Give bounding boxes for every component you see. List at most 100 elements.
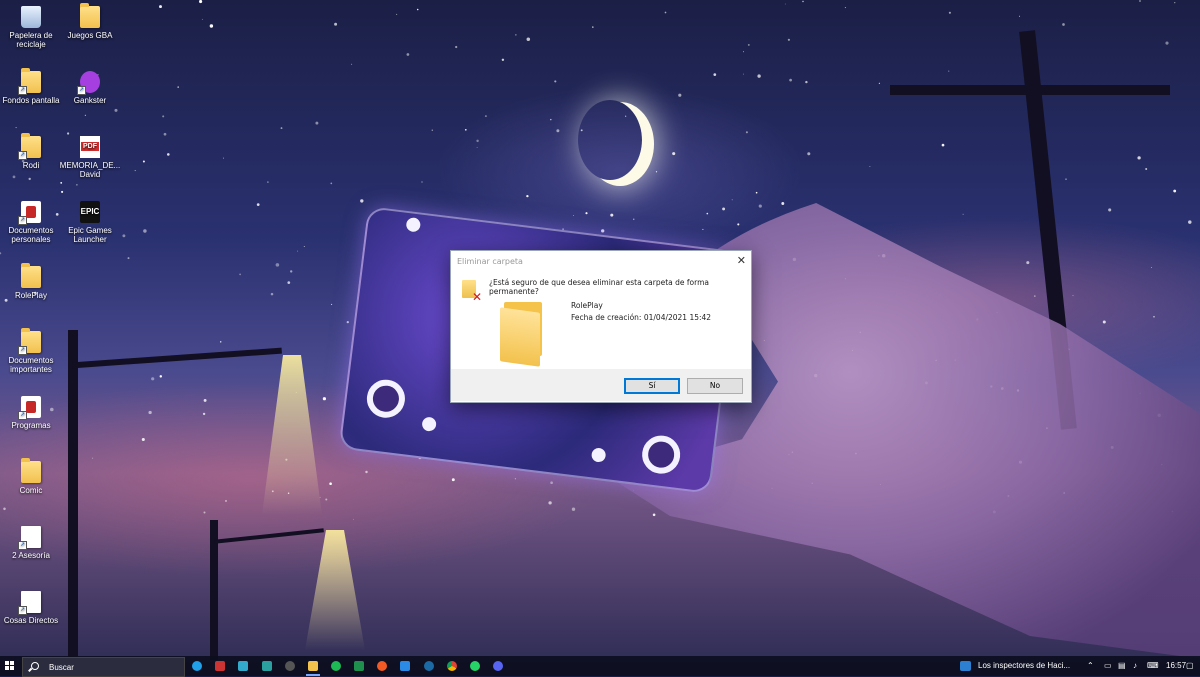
brave-icon[interactable]: [377, 661, 387, 671]
clock[interactable]: 16:57: [1166, 661, 1186, 670]
desktop-icon-recycle-bin[interactable]: Papelera de reciclaje: [0, 6, 62, 49]
desktop-icon-documentos-personales[interactable]: ↗ Documentos personales: [0, 201, 62, 244]
star: [270, 292, 274, 296]
desktop-icon-rodi[interactable]: ↗ Rodi: [0, 133, 62, 170]
star: [789, 78, 792, 82]
star: [1150, 267, 1152, 268]
desktop-icon-programas[interactable]: ↗ Programas: [0, 396, 62, 430]
apps-icon[interactable]: [215, 661, 225, 671]
pdf-icon: PDF: [80, 136, 100, 158]
star: [3, 507, 6, 511]
star: [202, 412, 206, 416]
chrome-icon[interactable]: [447, 661, 457, 671]
desktop-icon-label: Comic: [19, 486, 43, 495]
file-shortcut-icon: ↗: [18, 591, 41, 615]
star: [325, 498, 328, 501]
star: [219, 341, 222, 343]
desktop-icon-label: Programas: [11, 421, 51, 430]
star: [805, 80, 808, 84]
star: [352, 518, 354, 520]
taskbar-search[interactable]: [22, 657, 185, 677]
star: [501, 58, 505, 62]
folder-shortcut-icon: ↗: [18, 68, 41, 95]
display-icon[interactable]: ▭: [1104, 661, 1112, 670]
file-shortcut-icon: ↗: [18, 526, 41, 550]
steam-icon[interactable]: [424, 661, 434, 671]
desktop-icon-memoria[interactable]: PDF MEMORIA_DE... David: [59, 136, 121, 179]
close-icon[interactable]: ✕: [737, 254, 746, 267]
recycle-bin-icon: [21, 6, 41, 28]
search-input[interactable]: [47, 660, 181, 674]
star: [643, 144, 646, 146]
star: [941, 143, 945, 147]
street-lamp-light-2: [305, 530, 365, 650]
star: [554, 80, 557, 83]
star: [878, 82, 880, 84]
chrome-circle-icon[interactable]: [285, 661, 295, 671]
windows-start-icon[interactable]: [5, 661, 15, 671]
yes-button[interactable]: Sí: [624, 378, 680, 394]
star: [239, 273, 241, 276]
desktop-icon-label: Epic Games Launcher: [68, 226, 112, 244]
sheets-icon[interactable]: [354, 661, 364, 671]
star: [159, 5, 162, 9]
search-icon: [31, 662, 39, 670]
star: [633, 218, 635, 220]
desktop-icon-fondos-pantalla[interactable]: ↗ Fondos pantalla: [0, 68, 62, 105]
desktop-icon-comic[interactable]: Comic: [0, 458, 62, 495]
star: [652, 513, 656, 517]
desktop-icon-asesoria[interactable]: ↗ 2 Asesoría: [0, 526, 62, 560]
news-notification[interactable]: Los inspectores de Haci...: [978, 661, 1070, 670]
star: [548, 501, 552, 505]
network-icon[interactable]: [400, 661, 410, 671]
star: [601, 229, 605, 233]
app-shortcut-icon: ↗: [18, 201, 41, 225]
star: [515, 34, 517, 36]
star: [256, 203, 260, 206]
desktop-icon-label: RolePlay: [14, 291, 47, 300]
desktop-icon-gankster[interactable]: ↗ Gankster: [59, 71, 121, 105]
star: [12, 175, 16, 179]
star: [1173, 189, 1177, 193]
star: [610, 213, 614, 217]
star: [365, 470, 368, 474]
desktop-icon-cosas-directos[interactable]: ↗ Cosas Directos: [0, 591, 62, 625]
no-button[interactable]: No: [687, 378, 743, 394]
star: [167, 153, 170, 156]
news-icon[interactable]: [960, 661, 971, 671]
notification-icon[interactable]: ▢: [1186, 661, 1194, 670]
star: [151, 377, 155, 381]
keyboard-icon[interactable]: ⌨: [1147, 661, 1159, 670]
maps-icon[interactable]: [262, 661, 272, 671]
desktop-icon-juegos-gba[interactable]: Juegos GBA: [59, 3, 121, 40]
desktop-icon-documentos-importantes[interactable]: ↗ Documentos importantes: [0, 328, 62, 374]
star: [451, 478, 455, 482]
star: [275, 263, 280, 267]
star: [290, 270, 293, 273]
star: [134, 170, 136, 172]
volume-icon[interactable]: ♪: [1133, 661, 1137, 670]
desktop-icon-epic-games[interactable]: EPIC Epic Games Launcher: [59, 201, 121, 244]
star: [346, 320, 349, 324]
store-icon[interactable]: [238, 661, 248, 671]
star: [514, 478, 517, 480]
file-explorer-icon[interactable]: [306, 661, 320, 676]
chevron-up-icon[interactable]: ⌃: [1087, 661, 1094, 670]
spotify-icon[interactable]: [331, 661, 341, 671]
whatsapp-icon[interactable]: [470, 661, 480, 671]
epic-games-icon: EPIC: [80, 201, 100, 223]
edge-icon[interactable]: [192, 661, 202, 671]
star: [526, 194, 529, 198]
star: [844, 7, 846, 9]
star: [455, 45, 458, 49]
star: [303, 245, 305, 248]
network-tray-icon[interactable]: ▤: [1118, 661, 1126, 670]
desktop-icon-roleplay[interactable]: RolePlay: [0, 263, 62, 300]
star: [962, 213, 964, 215]
star: [1102, 320, 1106, 324]
star: [802, 0, 804, 3]
dialog-title: Eliminar carpeta: [457, 257, 523, 266]
discord-icon[interactable]: [493, 661, 503, 671]
star: [550, 481, 553, 485]
star: [267, 181, 269, 183]
